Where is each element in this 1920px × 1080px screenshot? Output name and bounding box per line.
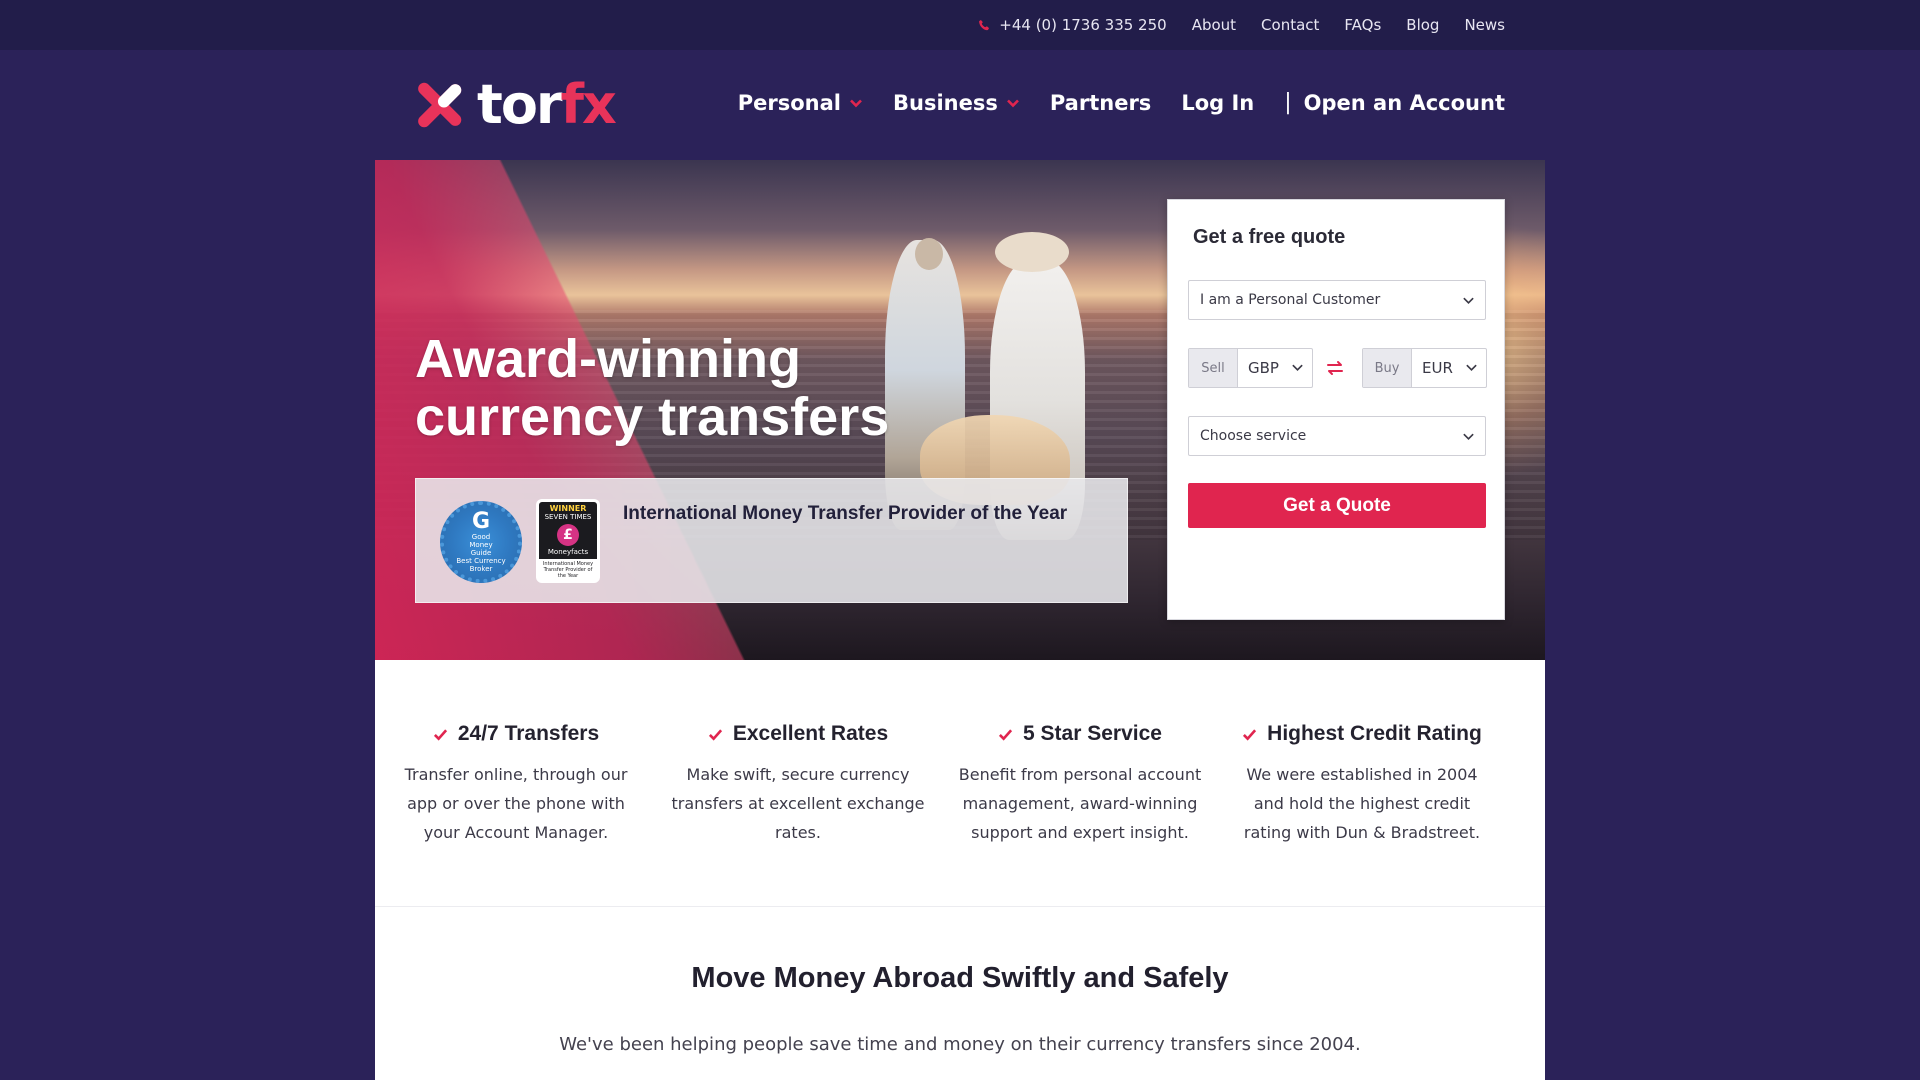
check-icon: [708, 728, 722, 741]
feature-title: Highest Credit Rating: [1267, 722, 1482, 745]
buy-currency-group[interactable]: Buy EUR: [1362, 348, 1487, 388]
torfx-logo[interactable]: torfx: [415, 78, 617, 132]
badge-caption: International Money Transfer Provider of…: [539, 559, 597, 581]
nav-partners[interactable]: Partners: [1050, 91, 1151, 115]
top-utility-bar: +44 (0) 1736 335 250 About Contact FAQs …: [0, 0, 1920, 50]
nav-login[interactable]: Log In: [1181, 91, 1254, 115]
topbar-link-news[interactable]: News: [1464, 16, 1505, 34]
sell-currency-group[interactable]: Sell GBP: [1188, 348, 1313, 388]
buy-label: Buy: [1363, 349, 1412, 387]
phone-icon: [979, 19, 990, 30]
service-select[interactable]: Choose service: [1188, 416, 1486, 456]
chevron-down-icon: [1463, 297, 1474, 305]
chevron-down-icon: [1006, 99, 1019, 107]
badge-brand: Moneyfacts: [547, 548, 589, 556]
feature-text: Transfer online, through our app or over…: [404, 765, 628, 842]
feature-title: Excellent Rates: [732, 722, 889, 745]
hero-title: Award-winning currency transfers: [415, 329, 890, 447]
topbar-link-blog[interactable]: Blog: [1406, 16, 1439, 34]
good-money-guide-badge: G Good Money Guide Best Currency Broker: [440, 501, 522, 583]
feature-heading: 24/7 Transfers: [375, 722, 657, 746]
badge-g-icon: G: [471, 509, 491, 534]
site-header: torfx Personal Business Partners Log In …: [375, 50, 1545, 160]
moneyfacts-badge: WINNER SEVEN TIMES £ Moneyfacts Internat…: [536, 499, 600, 583]
sell-currency-select[interactable]: GBP: [1238, 349, 1312, 387]
main-content: 24/7 Transfers Transfer online, through …: [375, 660, 1545, 1080]
topbar-link-contact[interactable]: Contact: [1261, 16, 1319, 34]
customer-type-select[interactable]: I am a Personal Customer: [1188, 280, 1486, 320]
phone-link[interactable]: +44 (0) 1736 335 250: [978, 16, 1167, 34]
utility-links: +44 (0) 1736 335 250 About Contact FAQs …: [978, 0, 1505, 50]
badge-winner: WINNER: [549, 504, 587, 513]
badge-round-line4: Best Currency Broker: [456, 557, 506, 573]
feature-highest-credit-rating: Highest Credit Rating We were establishe…: [1221, 722, 1503, 847]
check-icon: [1243, 728, 1257, 741]
feature-text: Make swift, secure currency transfers at…: [671, 765, 925, 842]
chevron-down-icon: [1466, 364, 1477, 372]
feature-5-star-service: 5 Star Service Benefit from personal acc…: [939, 722, 1221, 847]
section-title: Move Money Abroad Swiftly and Safely: [691, 962, 1229, 994]
badge-round-line2: Money: [469, 541, 493, 549]
feature-text: Benefit from personal account management…: [958, 765, 1202, 842]
logo-wordmark: torfx: [477, 78, 617, 132]
feature-heading: 5 Star Service: [939, 722, 1221, 746]
customer-type-value: I am a Personal Customer: [1200, 292, 1381, 308]
sell-label: Sell: [1189, 349, 1238, 387]
feature-247-transfers: 24/7 Transfers Transfer online, through …: [375, 722, 657, 847]
topbar-link-faqs[interactable]: FAQs: [1344, 16, 1381, 34]
feature-title: 24/7 Transfers: [457, 722, 600, 745]
check-icon: [998, 728, 1013, 741]
badge-round-line1: Good: [471, 533, 491, 541]
logo-fx-text: fx: [560, 73, 617, 136]
features-row: 24/7 Transfers Transfer online, through …: [375, 660, 1545, 907]
nav-business-label: Business: [893, 90, 998, 115]
chevron-down-icon: [1463, 433, 1474, 441]
swap-currencies-icon[interactable]: [1325, 358, 1345, 378]
topbar-link-about[interactable]: About: [1192, 16, 1236, 34]
feature-heading: Highest Credit Rating: [1221, 722, 1503, 746]
service-placeholder: Choose service: [1200, 428, 1307, 444]
quote-title: Get a free quote: [1193, 226, 1346, 248]
nav-business[interactable]: Business: [893, 91, 1020, 115]
chevron-down-icon: [850, 99, 862, 107]
phone-number: +44 (0) 1736 335 250: [999, 16, 1167, 34]
check-icon: [433, 728, 447, 741]
nav-personal-label: Personal: [737, 90, 841, 115]
get-quote-button[interactable]: Get a Quote: [1188, 483, 1486, 528]
section-subtitle: We've been helping people save time and …: [559, 1034, 1361, 1055]
buy-currency-select[interactable]: EUR: [1412, 349, 1486, 387]
sell-currency-value: GBP: [1248, 359, 1279, 377]
main-nav: Personal Business Partners Log In | Open…: [738, 90, 1505, 115]
nav-separator: |: [1284, 90, 1292, 115]
buy-currency-value: EUR: [1422, 359, 1453, 377]
quote-form: Get a free quote I am a Personal Custome…: [1167, 199, 1505, 620]
badge-round-line3: Guide: [470, 549, 492, 557]
feature-title: 5 Star Service: [1023, 722, 1162, 745]
award-text: International Money Transfer Provider of…: [623, 503, 1068, 524]
feature-text: We were established in 2004 and hold the…: [1243, 765, 1481, 842]
chevron-down-icon: [1292, 364, 1303, 372]
logo-tor-text: tor: [477, 73, 563, 136]
pound-icon: £: [557, 524, 579, 546]
award-box: G Good Money Guide Best Currency Broker …: [415, 478, 1128, 603]
logo-cross-icon: [418, 82, 462, 128]
badge-times: SEVEN TIMES: [544, 513, 592, 521]
nav-open-account[interactable]: Open an Account: [1304, 91, 1505, 115]
feature-excellent-rates: Excellent Rates Make swift, secure curre…: [657, 722, 939, 847]
feature-heading: Excellent Rates: [657, 722, 939, 746]
nav-personal[interactable]: Personal: [738, 91, 863, 115]
